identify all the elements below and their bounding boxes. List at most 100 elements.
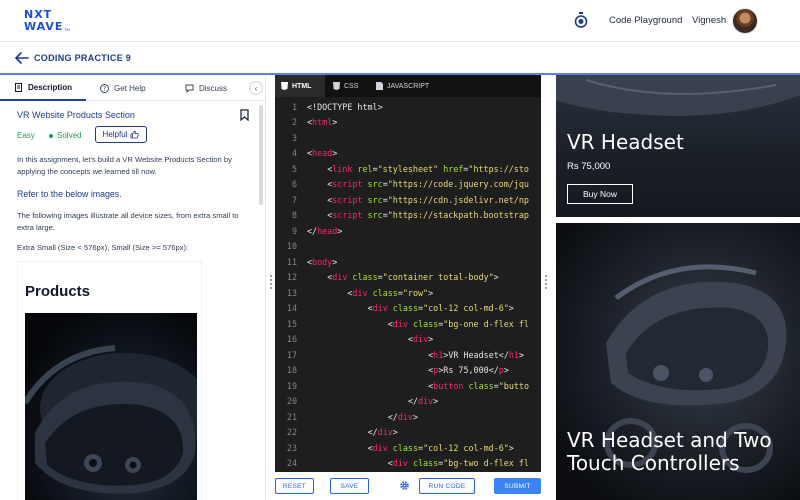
reference-heading: Refer to the below images. <box>17 189 122 199</box>
line-number: 23 <box>286 442 297 453</box>
line-number: 11 <box>286 256 297 267</box>
code-line[interactable]: 13 <div class="row"> <box>275 285 541 301</box>
code-line[interactable]: 20 </div> <box>275 394 541 410</box>
line-number: 21 <box>286 411 297 422</box>
tab-javascript[interactable]: JAVASCRIPT <box>370 75 435 97</box>
code-line[interactable]: 18 <p>Rs 75,000</p> <box>275 363 541 379</box>
code-line[interactable]: 17 <h1>VR Headset</h1> <box>275 347 541 363</box>
line-number: 15 <box>286 318 297 329</box>
svg-text:?: ? <box>103 85 106 92</box>
code-line[interactable]: 11 <body> <box>275 254 541 270</box>
line-text: <link rel="stylesheet" href="https://sto <box>327 163 529 174</box>
status-dot <box>49 133 53 138</box>
line-text: <script src="https://cdn.jsdelivr.net/np <box>327 194 529 205</box>
top-bar: NXT WAVE TM Code Playground Vignesh <box>0 0 800 42</box>
css3-icon <box>333 82 340 90</box>
tab-get-help[interactable]: ? Get Help <box>100 75 146 101</box>
nxtwave-logo[interactable]: NXT WAVE TM <box>24 9 74 35</box>
code-line[interactable]: 2 <html> <box>275 115 541 131</box>
size-breakpoint-label: Extra Small (Size < 576px), Small (Size … <box>17 243 189 252</box>
code-line[interactable]: 19 <button class="butto <box>275 378 541 394</box>
code-line[interactable]: 12 <div class="container total-body"> <box>275 270 541 286</box>
code-editor[interactable]: HTML CSS JAVASCRIPT 1 <!DOCTYPE html> 2 <ht… <box>275 75 541 472</box>
code-line[interactable]: 6 <script src="https://code.jquery.com/j… <box>275 177 541 193</box>
code-line[interactable]: 3 <box>275 130 541 146</box>
line-number: 1 <box>291 101 297 112</box>
code-line[interactable]: 16 <div> <box>275 332 541 348</box>
run-label: RUN CODE <box>428 482 466 490</box>
left-resize-handle[interactable] <box>270 275 272 291</box>
question-tabs: Description ? Get Help Discuss ‹ <box>0 75 265 101</box>
code-line[interactable]: 14 <div class="col-12 col-md-6"> <box>275 301 541 317</box>
line-text: <div class="col-12 col-md-6"> <box>367 442 514 453</box>
code-line[interactable]: 15 <div class="bg-one d-flex fl <box>275 316 541 332</box>
document-icon <box>14 82 22 92</box>
line-number: 14 <box>286 303 297 314</box>
avatar[interactable] <box>732 8 758 34</box>
tab-label: JAVASCRIPT <box>387 82 430 90</box>
output-preview[interactable]: VR Headset Rs 75,000 Buy Now VR Headset … <box>556 75 800 500</box>
helpful-button[interactable]: Helpful <box>95 126 147 143</box>
code-line[interactable]: 8 <script src="https://stackpath.bootstr… <box>275 208 541 224</box>
tab-css[interactable]: CSS <box>327 75 364 97</box>
status-label: Solved <box>57 131 82 140</box>
collapse-panel-button[interactable]: ‹ <box>249 81 263 95</box>
description-scrollbar[interactable] <box>259 105 263 205</box>
line-text: <h1>VR Headset</h1> <box>428 349 525 360</box>
line-number: 12 <box>286 272 297 283</box>
save-button[interactable]: SAVE <box>330 478 369 494</box>
line-number: 6 <box>291 179 297 190</box>
device-sizes-paragraph: The following images illustrate all devi… <box>17 211 239 232</box>
bookmark-icon[interactable] <box>240 109 249 121</box>
logo-tm: TM <box>64 27 70 32</box>
line-number: 16 <box>286 334 297 345</box>
line-text: <body> <box>307 256 338 267</box>
headset-image-top <box>556 75 800 116</box>
code-playground-link[interactable]: Code Playground <box>609 15 682 26</box>
card-title: VR Headset and Two Touch Controllers <box>567 428 772 475</box>
line-number: 19 <box>286 380 297 391</box>
line-text: <button class="butto <box>428 380 530 391</box>
tab-discuss[interactable]: Discuss <box>185 75 227 101</box>
run-code-button[interactable]: RUN CODE <box>419 478 475 494</box>
product-card-vr-controllers: VR Headset and Two Touch Controllers <box>556 223 800 500</box>
line-number: 18 <box>286 365 297 376</box>
submit-button[interactable]: SUBMIT <box>494 478 541 494</box>
thumbs-up-icon <box>131 130 140 139</box>
tab-description[interactable]: Description <box>0 75 86 101</box>
line-text: </div> <box>407 396 439 407</box>
code-line[interactable]: 23 <div class="col-12 col-md-6"> <box>275 440 541 456</box>
question-panel: Description ? Get Help Discuss ‹ VR Webs… <box>0 75 266 500</box>
line-number: 22 <box>286 427 297 438</box>
user-name[interactable]: Vignesh <box>692 15 726 26</box>
line-number: 3 <box>291 132 297 143</box>
reset-button[interactable]: RESET <box>275 478 314 494</box>
line-text: <!DOCTYPE html> <box>307 101 383 112</box>
tab-html[interactable]: HTML <box>275 75 325 97</box>
back-arrow-icon[interactable] <box>15 52 29 64</box>
code-line[interactable]: 4 <head> <box>275 146 541 162</box>
code-line[interactable]: 9 </head> <box>275 223 541 239</box>
help-circle-icon: ? <box>100 83 109 93</box>
chevron-left-icon: ‹ <box>254 83 258 93</box>
buy-now-button[interactable]: Buy Now <box>567 184 633 204</box>
code-lines[interactable]: 1 <!DOCTYPE html> 2 <html> 3 4 <head> 5 <link r… <box>275 99 541 471</box>
helpful-label: Helpful <box>102 130 128 139</box>
code-line[interactable]: 7 <script src="https://cdn.jsdelivr.net/… <box>275 192 541 208</box>
code-line[interactable]: 10 <box>275 239 541 255</box>
line-number: 4 <box>291 148 297 159</box>
line-number: 2 <box>291 117 297 128</box>
tab-label: CSS <box>344 82 359 90</box>
code-line[interactable]: 22 </div> <box>275 425 541 441</box>
gear-icon[interactable] <box>399 480 410 491</box>
line-number: 10 <box>286 241 297 252</box>
stopwatch-icon[interactable] <box>574 12 588 28</box>
line-text: <div class="row"> <box>347 287 434 298</box>
code-line[interactable]: 21 </div> <box>275 409 541 425</box>
tab-label: Get Help <box>114 83 146 93</box>
code-line[interactable]: 1 <!DOCTYPE html> <box>275 99 541 115</box>
code-line[interactable]: 24 <div class="bg-two d-flex fl <box>275 456 541 472</box>
difficulty-badge: Easy <box>17 131 35 140</box>
code-line[interactable]: 5 <link rel="stylesheet" href="https://s… <box>275 161 541 177</box>
right-resize-handle[interactable] <box>545 275 547 291</box>
